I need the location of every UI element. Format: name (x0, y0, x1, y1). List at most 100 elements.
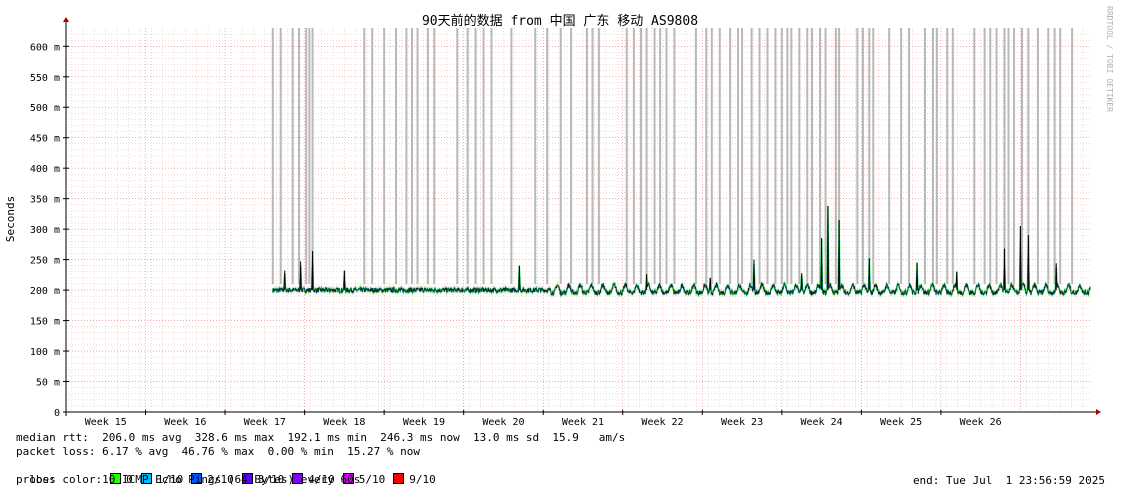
loss-band (774, 28, 777, 285)
loss-band (456, 28, 459, 285)
y-tick-label: 300 m (30, 225, 60, 236)
loss-band (811, 28, 814, 285)
loss-band (861, 28, 864, 285)
grid-lines (66, 28, 1092, 413)
loss-band (946, 28, 949, 285)
loss-band (718, 28, 721, 285)
loss-band (546, 28, 549, 285)
loss-band (291, 28, 294, 285)
x-tick-label: Week 18 (323, 417, 365, 428)
watermark: RRDTOOL / TOBI OETIKER (1105, 6, 1114, 112)
loss-band (750, 28, 753, 285)
loss-band (1013, 28, 1016, 285)
y-tick-label: 600 m (30, 42, 60, 53)
loss-band (908, 28, 911, 285)
loss-band (659, 28, 662, 285)
loss-color-label: 9/10 (409, 473, 436, 486)
x-tick-label: Week 26 (960, 417, 1002, 428)
loss-band (710, 28, 713, 285)
loss-band (559, 28, 562, 285)
loss-band (1071, 28, 1074, 285)
loss-band (298, 28, 301, 285)
loss-band (645, 28, 648, 285)
loss-band (416, 28, 419, 285)
y-tick-label: 200 m (30, 286, 60, 297)
loss-band (758, 28, 761, 285)
loss-band (872, 28, 875, 285)
y-tick-label: 550 m (30, 73, 60, 84)
loss-band (371, 28, 374, 285)
loss-band (433, 28, 436, 285)
loss-band (653, 28, 656, 285)
x-tick-label: Week 19 (403, 417, 445, 428)
loss-band (931, 28, 934, 285)
loss-band (973, 28, 976, 285)
legend-end-time: end: Tue Jul 1 23:56:59 2025 (912, 474, 1105, 487)
loss-color-label: 5/10 (358, 473, 386, 486)
y-tick-label: 150 m (30, 317, 60, 328)
loss-band (766, 28, 769, 285)
loss-band (632, 28, 635, 285)
loss-band (363, 28, 366, 285)
loss-band (824, 28, 827, 285)
loss-band (806, 28, 809, 285)
legend-median-rtt: median rtt: 206.0 ms avg 328.6 ms max 19… (16, 431, 626, 444)
x-tick-label: Week 20 (482, 417, 524, 428)
loss-band (474, 28, 477, 285)
loss-band (780, 28, 783, 285)
loss-color-swatch (393, 473, 405, 484)
loss-band (534, 28, 537, 285)
loss-band (640, 28, 643, 285)
x-tick-label: Week 15 (85, 417, 127, 428)
loss-band (741, 28, 744, 285)
loss-band (426, 28, 429, 285)
loss-band (995, 28, 998, 285)
x-tick-label: Week 25 (880, 417, 922, 428)
x-tick-label: Week 17 (244, 417, 286, 428)
y-tick-label: 350 m (30, 195, 60, 206)
y-tick-labels: 0 50 m 100 m 150 m 200 m 250 m 300 m 350 m 400 m… (30, 42, 69, 419)
y-tick-label: 250 m (30, 256, 60, 267)
loss-band (737, 28, 740, 285)
legend-probe: probe: 10 ICMP Echo Pings (64 Bytes) eve… (16, 473, 361, 486)
loss-band (383, 28, 386, 285)
loss-band (900, 28, 903, 285)
y-tick-label: 100 m (30, 347, 60, 358)
loss-band (585, 28, 588, 285)
loss-band (625, 28, 628, 285)
loss-band (935, 28, 938, 285)
x-tick-label: Week 21 (562, 417, 604, 428)
smokeping-chart: 0 50 m 100 m 150 m 200 m 250 m 300 m 350 m 400 m… (4, 6, 1114, 428)
loss-band (798, 28, 801, 285)
loss-band (694, 28, 697, 285)
loss-band (466, 28, 469, 285)
legend-packet-loss: packet loss: 6.17 % avg 46.76 % max 0.00… (16, 445, 420, 458)
y-tick-label: 0 (54, 408, 60, 419)
y-axis-label: Seconds (4, 196, 17, 242)
loss-band (729, 28, 732, 285)
loss-band (790, 28, 793, 285)
loss-band (410, 28, 413, 285)
y-tick-label: 500 m (30, 103, 60, 114)
x-tick-labels: Week 15 Week 16 Week 17 Week 18 Week 19 Week … (65, 410, 1002, 428)
y-tick-label: 450 m (30, 134, 60, 145)
x-tick-label: Week 23 (721, 417, 763, 428)
x-tick-label: Week 16 (164, 417, 206, 428)
loss-band (923, 28, 926, 285)
loss-band (834, 28, 837, 285)
loss-band (570, 28, 573, 285)
loss-band (1047, 28, 1050, 285)
loss-band (305, 28, 308, 285)
loss-band (591, 28, 594, 285)
loss-band (786, 28, 789, 285)
plot-area (66, 28, 1092, 412)
loss-band (482, 28, 485, 285)
loss-band (1036, 28, 1039, 285)
loss-band (308, 28, 311, 285)
y-tick-label: 400 m (30, 164, 60, 175)
loss-band (951, 28, 954, 285)
loss-band (818, 28, 821, 285)
loss-band (868, 28, 871, 285)
loss-band (665, 28, 668, 285)
loss-band (395, 28, 398, 285)
